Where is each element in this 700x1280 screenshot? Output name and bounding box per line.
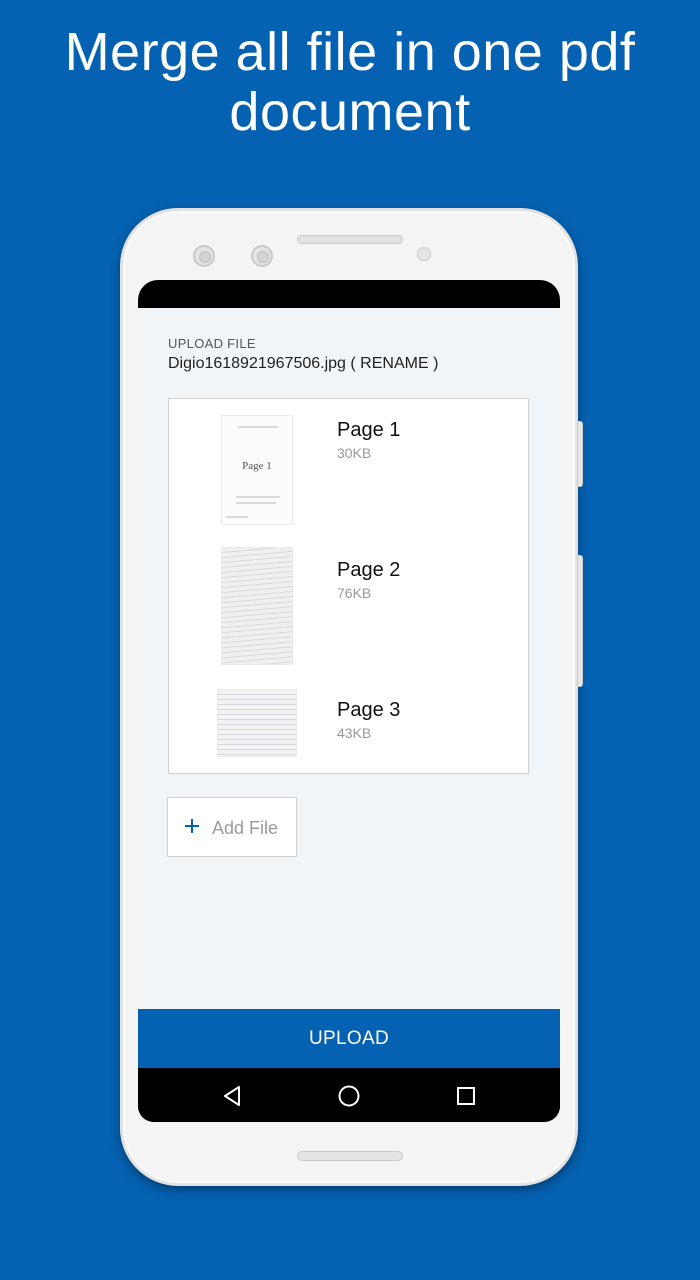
page-name: Page 1 — [337, 419, 401, 441]
thumbnail-title: Page 1 — [242, 460, 272, 472]
list-item[interactable]: Page 1 Page 1 30KB — [169, 399, 528, 539]
page-thumbnail: Page 1 — [221, 415, 293, 525]
page-size: 76KB — [337, 585, 372, 601]
home-circle-icon[interactable] — [337, 1084, 361, 1108]
recents-square-icon[interactable] — [454, 1084, 478, 1108]
power-button — [577, 555, 583, 687]
upload-file-label: UPLOAD FILE — [168, 336, 256, 351]
page-name: Page 2 — [337, 559, 401, 581]
bottom-speaker-grille — [297, 1151, 403, 1161]
earpiece-speaker — [297, 235, 403, 244]
front-camera-icon-2 — [251, 245, 273, 267]
thumb-line — [226, 516, 248, 518]
thumb-line — [238, 426, 278, 428]
marketing-headline: Merge all file in one pdf document — [0, 22, 700, 142]
rename-link[interactable]: ( RENAME ) — [350, 355, 438, 372]
page-size: 30KB — [337, 445, 372, 461]
headline-line-1: Merge all file in one pdf — [64, 22, 636, 82]
thumb-line — [236, 502, 276, 504]
page-name: Page 3 — [337, 699, 401, 721]
back-triangle-icon[interactable] — [220, 1084, 244, 1108]
page-thumbnail — [217, 689, 297, 757]
file-name-row: Digio1618921967506.jpg ( RENAME ) — [168, 355, 438, 373]
headline-line-2: document — [229, 82, 471, 142]
list-item[interactable]: Page 2 76KB — [169, 539, 528, 679]
list-item[interactable]: Page 3 43KB — [169, 679, 528, 775]
page-thumbnail — [221, 547, 293, 665]
phone-frame: UPLOAD FILE Digio1618921967506.jpg ( REN… — [120, 208, 583, 1186]
plus-icon — [184, 814, 200, 839]
thumb-line — [236, 496, 280, 498]
android-nav-bar — [138, 1068, 560, 1122]
volume-button — [577, 421, 583, 487]
upload-screen: UPLOAD FILE Digio1618921967506.jpg ( REN… — [138, 308, 560, 1068]
file-name: Digio1618921967506.jpg — [168, 355, 346, 372]
page-size: 43KB — [337, 725, 372, 741]
pages-list: Page 1 Page 1 30KB Page 2 76KB Page 3 43… — [168, 398, 529, 774]
add-file-label: Add File — [212, 818, 279, 838]
phone-screen: UPLOAD FILE Digio1618921967506.jpg ( REN… — [138, 280, 560, 1122]
upload-button[interactable]: UPLOAD — [138, 1009, 560, 1068]
proximity-sensor — [417, 247, 431, 261]
front-camera-icon — [193, 245, 215, 267]
add-file-button[interactable]: Add File — [167, 797, 297, 857]
